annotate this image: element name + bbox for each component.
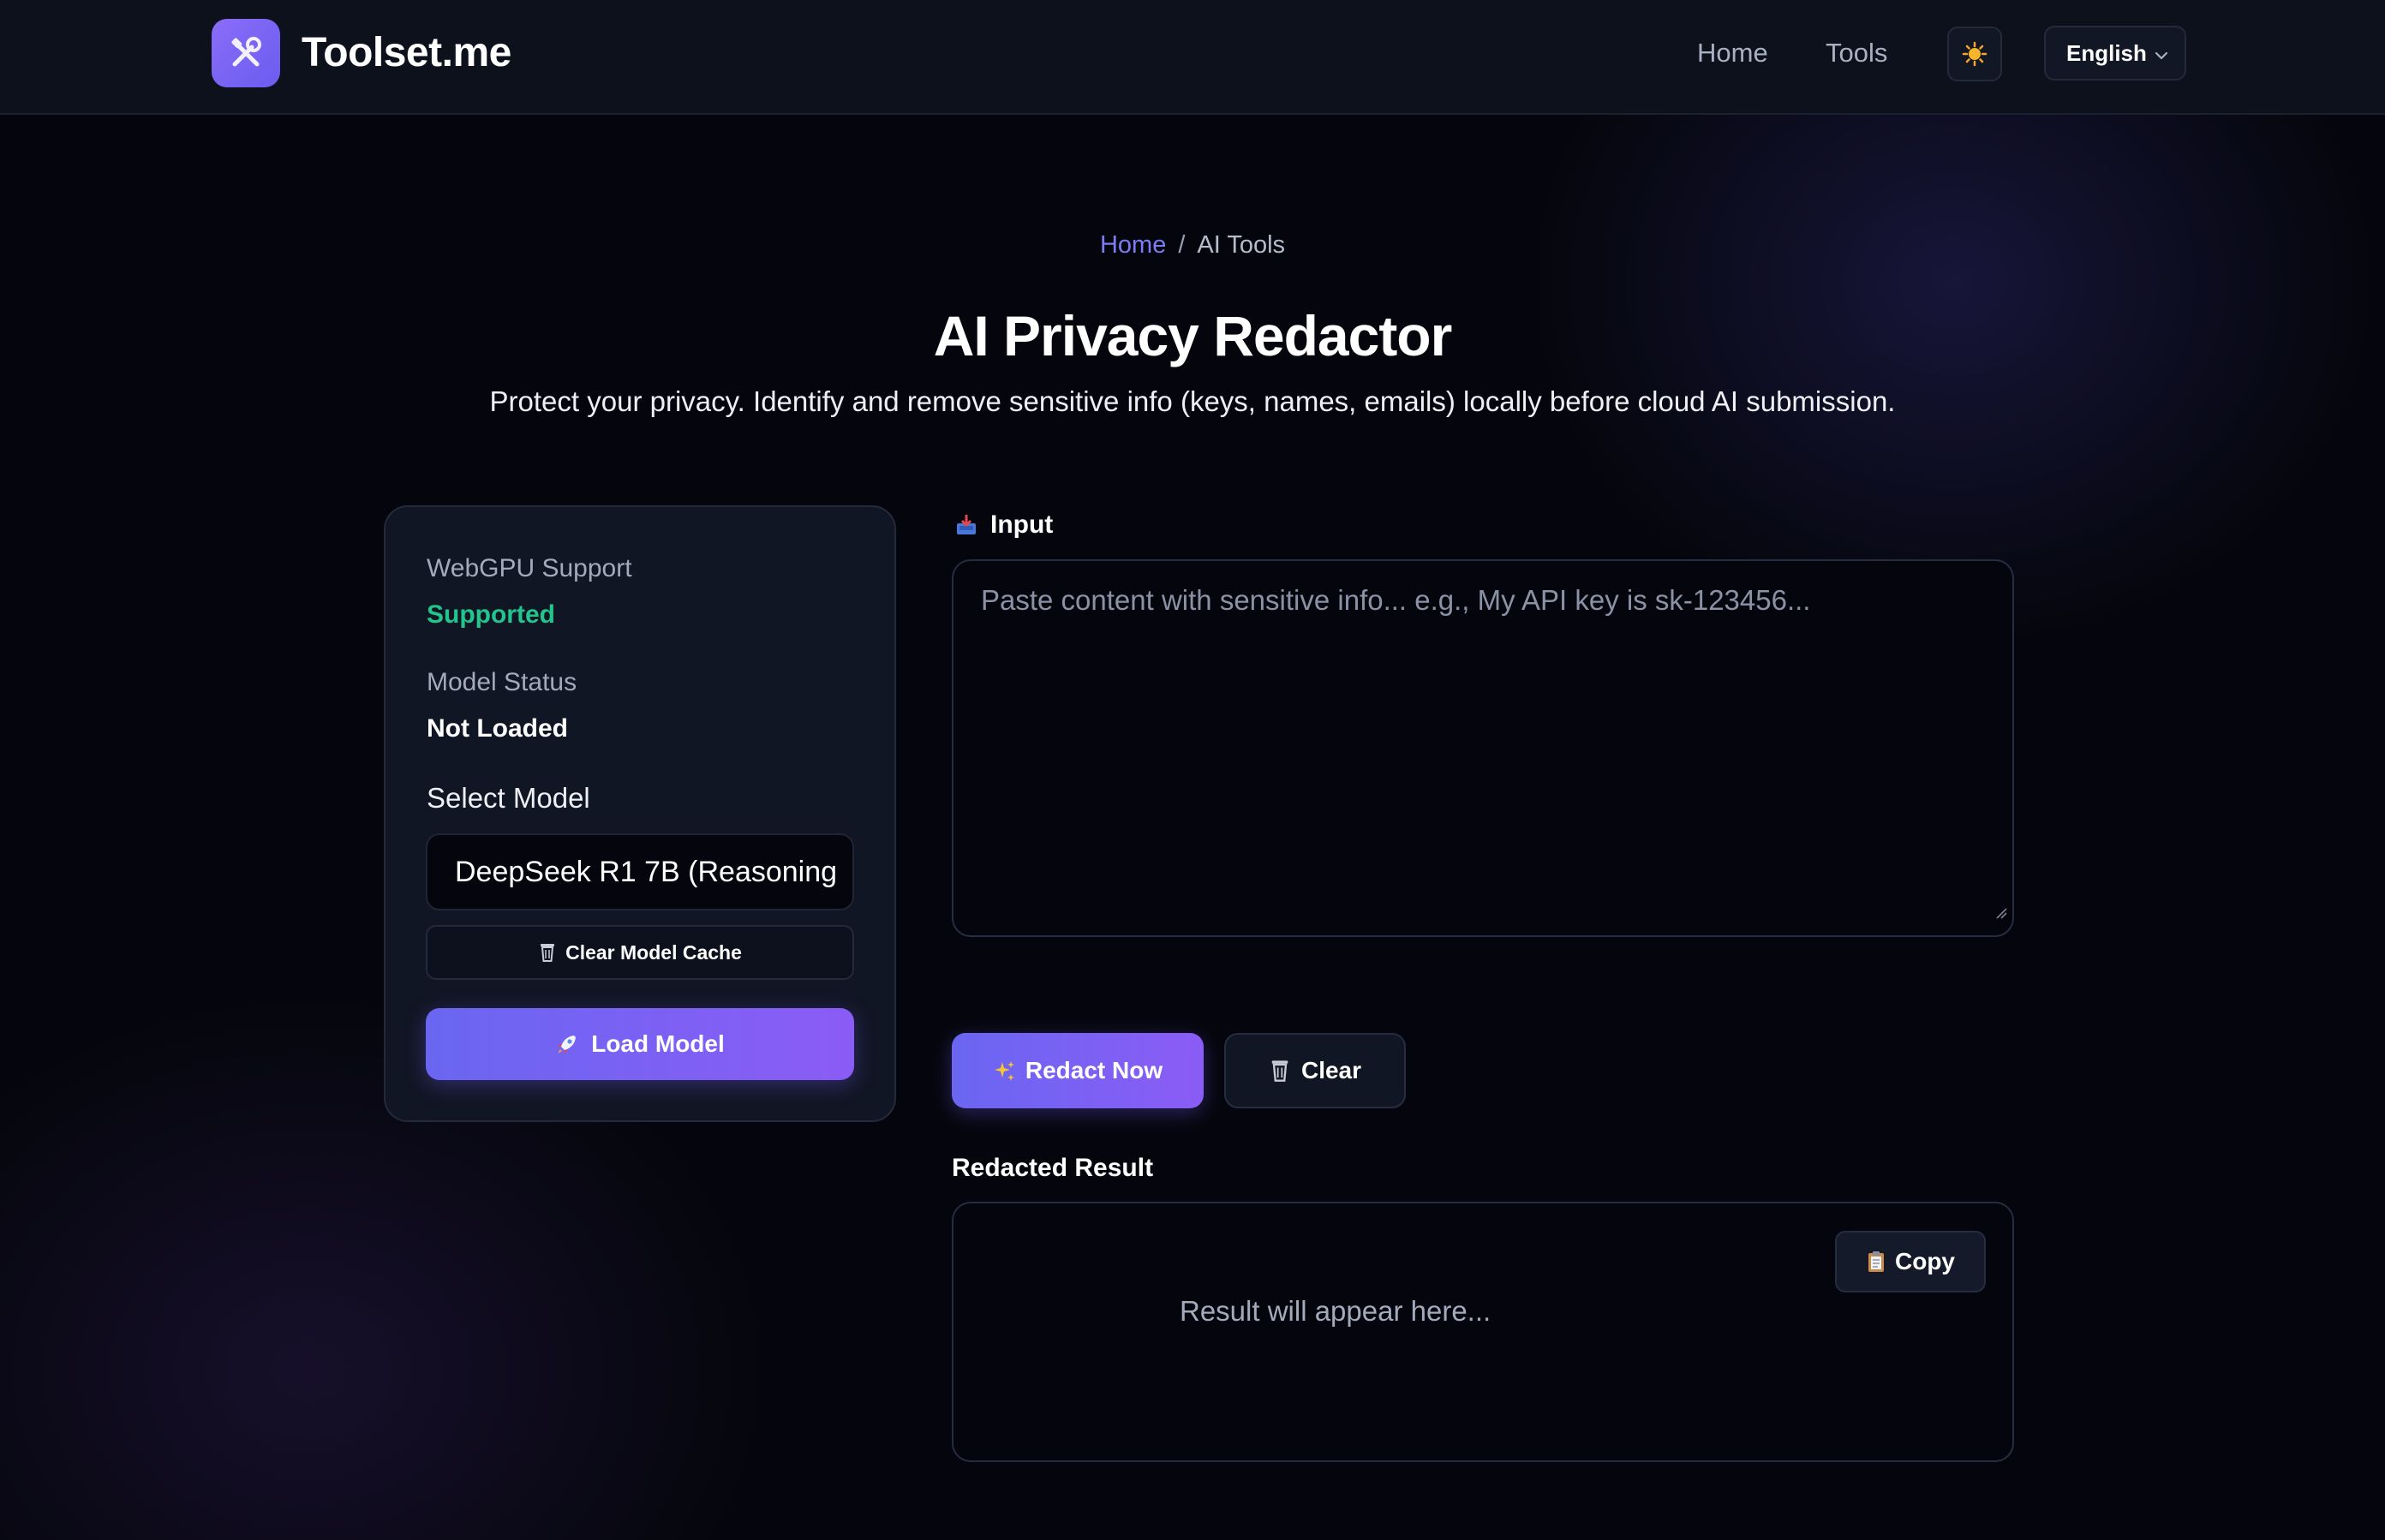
clear-label: Clear	[1300, 1057, 1362, 1083]
resize-handle-icon[interactable]	[1995, 889, 2007, 930]
clipboard-icon	[1866, 1250, 1886, 1274]
input-label-text: Input	[990, 510, 1054, 539]
trash-icon	[1269, 1059, 1291, 1083]
input-textarea[interactable]: Paste content with sensitive info... e.g…	[952, 559, 2014, 937]
copy-button[interactable]: Copy	[1835, 1231, 1986, 1292]
breadcrumb-home-link[interactable]: Home	[1100, 231, 1166, 259]
webgpu-status: Supported	[427, 600, 555, 629]
clear-model-cache-button[interactable]: Clear Model Cache	[426, 925, 854, 980]
sun-icon	[1962, 41, 1988, 67]
result-section-label: Redacted Result	[952, 1154, 1154, 1182]
chevron-down-icon	[2152, 45, 2171, 71]
input-section-label: Input	[954, 507, 1053, 543]
load-model-button[interactable]: Load Model	[426, 1008, 854, 1080]
language-select[interactable]: English	[2044, 26, 2186, 81]
load-model-label: Load Model	[591, 1030, 725, 1057]
webgpu-label: WebGPU Support	[427, 554, 632, 582]
clear-model-cache-label: Clear Model Cache	[565, 940, 742, 964]
sparkles-icon	[993, 1059, 1017, 1083]
model-select[interactable]: DeepSeek R1 7B (Reasoning	[426, 833, 854, 910]
input-placeholder: Paste content with sensitive info... e.g…	[981, 584, 1811, 616]
top-navbar: Toolset.me Home Tools English	[0, 0, 2385, 115]
logo[interactable]	[212, 19, 280, 87]
inbox-tray-icon	[954, 513, 978, 537]
select-model-label: Select Model	[427, 782, 590, 814]
language-label: English	[2066, 39, 2147, 66]
page-subtitle: Protect your privacy. Identify and remov…	[489, 385, 1896, 417]
model-status-label: Model Status	[427, 668, 577, 696]
copy-label: Copy	[1895, 1248, 1955, 1274]
page-title: AI Privacy Redactor	[933, 304, 1453, 367]
model-status-value: Not Loaded	[427, 714, 568, 743]
result-placeholder: Result will appear here...	[1180, 1295, 1491, 1327]
trash-icon	[538, 942, 557, 963]
clear-button[interactable]: Clear	[1224, 1033, 1406, 1108]
breadcrumb-current: AI Tools	[1197, 231, 1286, 259]
rocket-icon	[555, 1032, 579, 1056]
breadcrumb-separator: /	[1178, 231, 1186, 259]
redact-now-label: Redact Now	[1025, 1057, 1163, 1083]
theme-toggle-button[interactable]	[1947, 27, 2002, 81]
nav-home[interactable]: Home	[1697, 34, 1768, 72]
nav-tools[interactable]: Tools	[1826, 34, 1887, 72]
brand-name[interactable]: Toolset.me	[302, 27, 511, 79]
breadcrumb: Home / AI Tools	[0, 228, 2385, 262]
tools-icon	[226, 33, 266, 73]
redact-now-button[interactable]: Redact Now	[952, 1033, 1204, 1108]
